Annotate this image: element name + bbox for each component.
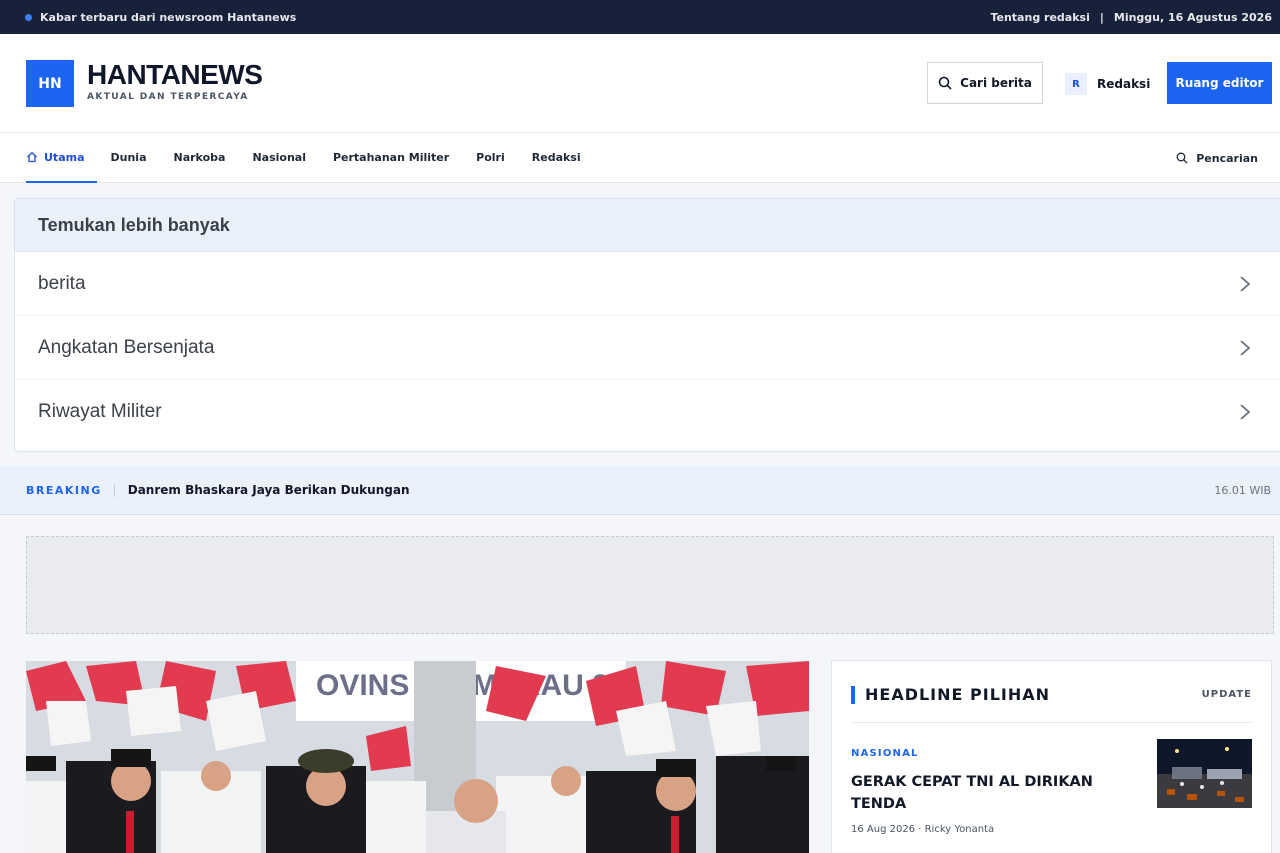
ad-slot (26, 536, 1274, 634)
topbar-date: Minggu, 16 Agustus 2026 (1113, 10, 1272, 24)
chevron-right-icon (1240, 404, 1251, 420)
search-icon (1176, 152, 1188, 164)
about-link[interactable]: Tentang redaksi (990, 11, 1089, 24)
discover-item-label: berita (38, 272, 86, 294)
story-category[interactable]: NASIONAL (851, 748, 919, 759)
redaksi-badge: R (1065, 73, 1087, 95)
main-nav: Utama Dunia Narkoba Nasional Pertahanan … (0, 133, 1280, 183)
breaking-tag: BREAKING (26, 483, 115, 497)
update-link[interactable]: UPDATE (1202, 689, 1252, 700)
editor-room-button[interactable]: Ruang editor (1167, 62, 1272, 104)
live-dot-icon (25, 13, 32, 21)
hero-photo-illustration: OVINS A TIMURAU 2 (26, 661, 809, 853)
accent-bar (851, 686, 855, 704)
hero-photo[interactable]: OVINS A TIMURAU 2 (26, 661, 809, 853)
nav-item-dunia[interactable]: Dunia (111, 133, 147, 183)
nav-item-narkoba[interactable]: Narkoba (174, 133, 226, 183)
chevron-right-icon (1240, 339, 1251, 356)
site-header: HN HANTANEWS AKTUAL DAN TERPERCAYA Cari … (0, 34, 1280, 133)
redaksi-button[interactable]: R Redaksi (1065, 72, 1150, 96)
topbar-message-group: Kabar terbaru dari newsroom Hantanews (25, 11, 296, 24)
breaking-time: 16.01 WIB (1214, 483, 1271, 497)
nav-item-redaksi[interactable]: Redaksi (532, 133, 581, 183)
breaking-bar: BREAKING Danrem Bhaskara Jaya Berikan Du… (0, 466, 1280, 515)
nav-search-link[interactable]: Pencarian (1176, 133, 1258, 183)
headline-panel-title: HEADLINE PILIHAN (865, 685, 1051, 704)
brand-name: HANTANEWS (87, 59, 263, 90)
story-meta: 16 Aug 2026 · Ricky Yonanta (851, 824, 995, 835)
nav-item-nasional[interactable]: Nasional (252, 133, 306, 183)
search-news-button[interactable]: Cari berita (927, 62, 1043, 104)
nav-items: Utama Dunia Narkoba Nasional Pertahanan … (26, 133, 608, 183)
top-bar: Kabar terbaru dari newsroom Hantanews Te… (0, 0, 1280, 34)
headline-panel-header: HEADLINE PILIHAN UPDATE (851, 683, 1252, 723)
discover-item-label: Angkatan Bersenjata (38, 336, 215, 358)
chevron-right-icon (1240, 275, 1251, 292)
nav-search-label: Pencarian (1196, 151, 1258, 165)
discover-item[interactable]: Riwayat Militer (15, 380, 1280, 444)
search-news-label: Cari berita (960, 76, 1032, 90)
topbar-right: Tentang redaksi | Minggu, 16 Agustus 202… (990, 11, 1272, 24)
search-icon (938, 76, 952, 90)
topbar-message: Kabar terbaru dari newsroom Hantanews (40, 10, 297, 24)
discover-title: Temukan lebih banyak (15, 199, 1280, 252)
story-thumbnail[interactable] (1157, 739, 1252, 808)
breaking-headline[interactable]: Danrem Bhaskara Jaya Berikan Dukungan (128, 483, 410, 497)
nav-item-label: Utama (44, 150, 85, 164)
brand-tagline: AKTUAL DAN TERPERCAYA (87, 92, 249, 102)
logo-mark[interactable]: HN (26, 60, 74, 107)
home-icon (27, 151, 37, 163)
redaksi-label: Redaksi (1097, 77, 1151, 91)
nav-item-polri[interactable]: Polri (476, 133, 505, 183)
discover-panel: Temukan lebih banyak berita Angkatan Ber… (14, 198, 1280, 452)
discover-item[interactable]: Angkatan Bersenjata (15, 316, 1280, 380)
headline-panel: HEADLINE PILIHAN UPDATE NASIONAL GERAK C… (831, 660, 1272, 853)
nav-item-pertahanan-militer[interactable]: Pertahanan Militer (333, 133, 449, 183)
topbar-separator: | (1099, 10, 1104, 24)
story-thumbnail-illustration (1157, 739, 1252, 808)
story-title[interactable]: GERAK CEPAT TNI AL DIRIKAN TENDA (851, 771, 1121, 815)
nav-item-utama[interactable]: Utama (26, 133, 97, 183)
discover-item-label: Riwayat Militer (38, 401, 162, 422)
brand[interactable]: HANTANEWS AKTUAL DAN TERPERCAYA (87, 59, 263, 103)
discover-item[interactable]: berita (15, 252, 1280, 316)
